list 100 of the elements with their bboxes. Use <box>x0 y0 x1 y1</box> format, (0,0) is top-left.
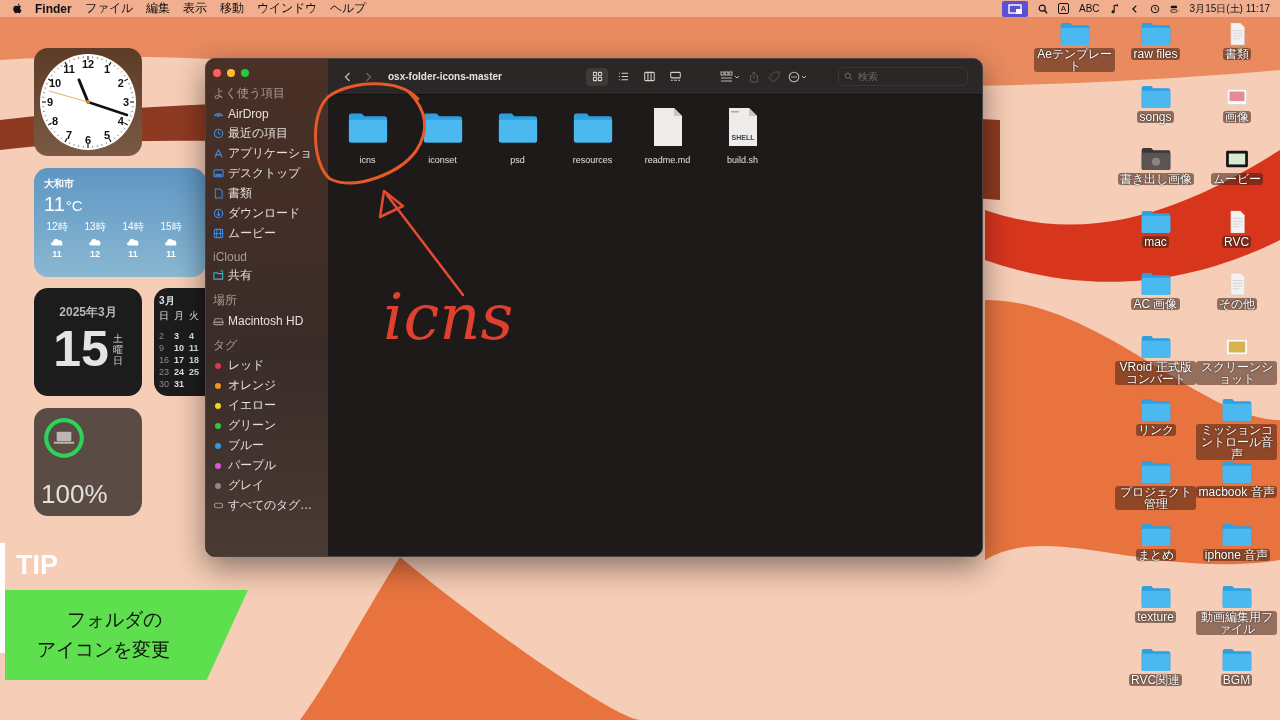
file-name[interactable]: readme.md <box>644 155 691 165</box>
sidebar-item[interactable]: 共有 <box>228 267 252 284</box>
desktop-icon-label[interactable]: リンク <box>1135 423 1176 436</box>
sidebar-item[interactable]: ブルー <box>228 437 264 454</box>
calendar-day[interactable]: 9 <box>159 343 174 353</box>
calendar-day[interactable]: 16 <box>159 355 174 365</box>
desktop-icon-label[interactable]: プロジェクト管理 <box>1115 486 1196 511</box>
sidebar-item[interactable]: グリーン <box>228 417 276 434</box>
clock-icon <box>213 128 224 139</box>
desktop-icon-label[interactable]: songs <box>1137 110 1174 123</box>
file-name[interactable]: icns <box>359 155 376 165</box>
clock-numeral: 9 <box>46 96 54 108</box>
window-title: osx-folder-icons-master <box>388 71 503 82</box>
document-icon[interactable] <box>652 107 683 147</box>
cloud-icon <box>164 237 178 246</box>
desktop-icon-label[interactable]: RVC <box>1221 235 1252 248</box>
menu-item[interactable]: 編集 <box>145 0 170 17</box>
sidebar-item[interactable]: レッド <box>228 357 264 374</box>
calendar-day[interactable]: 3 <box>174 331 189 341</box>
input-source-indicator[interactable]: A <box>1057 3 1070 14</box>
file-name[interactable]: build.sh <box>727 155 758 165</box>
monitor-icon <box>213 168 224 179</box>
folder-icon[interactable] <box>497 111 538 145</box>
calendar-day[interactable]: 2 <box>159 331 174 341</box>
cloud-icon <box>50 237 64 246</box>
file-name[interactable]: iconset <box>428 155 457 165</box>
apple-logo-icon[interactable] <box>13 3 22 14</box>
sidebar-item[interactable]: デスクトップ <box>228 165 300 182</box>
sidebar-item[interactable]: イエロー <box>228 397 276 414</box>
columns-icon <box>643 71 655 82</box>
folder-icon[interactable] <box>347 111 388 145</box>
shared-folder-icon <box>213 270 224 281</box>
calendar-month: 3月 <box>159 294 175 308</box>
menu-bar-clock[interactable]: 3月15日(土) 11:17 <box>1189 1 1270 16</box>
desktop-icon-label[interactable]: mac <box>1142 235 1169 248</box>
calendar-day[interactable]: 18 <box>189 355 204 365</box>
calendar-day[interactable]: 23 <box>159 367 174 377</box>
desktop-icon-label[interactable]: 動画編集用ファイル <box>1196 611 1277 636</box>
forecast-hour: 15時 <box>160 220 182 234</box>
menu-item[interactable]: ウインドウ <box>256 0 317 17</box>
sidebar-item[interactable]: ムービー <box>228 225 276 242</box>
calendar-day[interactable]: 31 <box>174 379 189 389</box>
menu-item[interactable]: ファイル <box>84 0 133 17</box>
time-machine-icon[interactable] <box>1149 3 1160 14</box>
desktop-icon-label[interactable]: 書類 <box>1222 48 1251 60</box>
sidebar-item[interactable]: オレンジ <box>228 377 276 394</box>
sidebar-item[interactable]: Macintosh HD <box>228 313 304 328</box>
minimize-button[interactable] <box>227 69 235 77</box>
desktop-icon-label[interactable]: 画像 <box>1222 110 1251 123</box>
desktop-icon-label[interactable]: 書き出し画像 <box>1117 173 1194 186</box>
search-icon[interactable] <box>1037 3 1048 14</box>
search-icon <box>844 72 853 81</box>
sidebar-item[interactable]: ダウンロード <box>228 205 300 222</box>
menu-item[interactable]: 移動 <box>219 0 244 17</box>
sidebar-item[interactable]: アプリケーショ <box>228 145 312 162</box>
music-note-icon[interactable] <box>1109 3 1120 14</box>
desktop-icon-label[interactable]: まとめ <box>1135 548 1176 561</box>
calendar-day[interactable]: 25 <box>189 367 204 377</box>
desktop-icon-label[interactable]: macbook 音声 <box>1196 486 1277 499</box>
menu-item[interactable]: ヘルプ <box>329 0 366 17</box>
folder-icon[interactable] <box>572 111 613 145</box>
calendar-day[interactable]: 11 <box>189 343 204 353</box>
icon-view-button[interactable] <box>586 67 608 86</box>
desktop-icon-label[interactable]: ムービー <box>1210 173 1263 186</box>
control-center-icon[interactable] <box>1169 3 1180 14</box>
desktop-icon-label[interactable]: AC 画像 <box>1131 298 1180 311</box>
grid-icon <box>591 71 603 82</box>
gallery-icon <box>669 71 681 82</box>
calendar-day[interactable]: 4 <box>189 331 204 341</box>
sidebar-item[interactable]: すべてのタグ… <box>228 497 312 514</box>
menu-app-name[interactable]: Finder <box>35 1 72 16</box>
sidebar-heading: iCloud <box>213 250 249 264</box>
desktop-icon-label[interactable]: Aeテンプレート <box>1034 48 1115 72</box>
folder-icon[interactable] <box>422 111 463 145</box>
clock-numeral: 3 <box>122 96 130 108</box>
more-options-icon[interactable] <box>788 70 808 83</box>
calendar-day[interactable]: 30 <box>159 379 174 389</box>
file-name[interactable]: resources <box>572 155 613 165</box>
zoom-button[interactable] <box>241 69 249 77</box>
desktop-icon-label[interactable]: ミッションコントロール音声 <box>1196 423 1277 460</box>
calendar-day[interactable]: 24 <box>174 367 189 377</box>
desktop-icon-label[interactable]: スクリーンショット <box>1196 360 1277 385</box>
sidebar-item[interactable]: パープル <box>228 457 276 474</box>
file-name[interactable]: psd <box>510 155 525 165</box>
sidebar-item[interactable]: 最近の項目 <box>228 125 288 142</box>
desktop-icon-label[interactable]: raw files <box>1131 48 1180 60</box>
sidebar-item[interactable]: グレイ <box>228 477 264 494</box>
sidebar-item[interactable]: AirDrop <box>228 106 269 121</box>
group-menu-icon[interactable] <box>720 70 740 83</box>
desktop-icon-label[interactable]: その他 <box>1216 298 1257 311</box>
close-button[interactable] <box>213 69 221 77</box>
menu-item[interactable]: 表示 <box>182 0 207 17</box>
desktop-icon-label[interactable]: RVC関連 <box>1128 673 1183 686</box>
calendar-day[interactable]: 17 <box>174 355 189 365</box>
forecast-temperature: 11 <box>166 249 176 259</box>
share-icon[interactable] <box>748 70 760 83</box>
sidebar-item[interactable]: 書類 <box>228 185 252 202</box>
search-field[interactable]: 検索 <box>838 67 968 86</box>
calendar-day[interactable]: 10 <box>174 343 189 353</box>
desktop-icon-label[interactable]: VRoid 正式版コンバート <box>1115 360 1196 385</box>
